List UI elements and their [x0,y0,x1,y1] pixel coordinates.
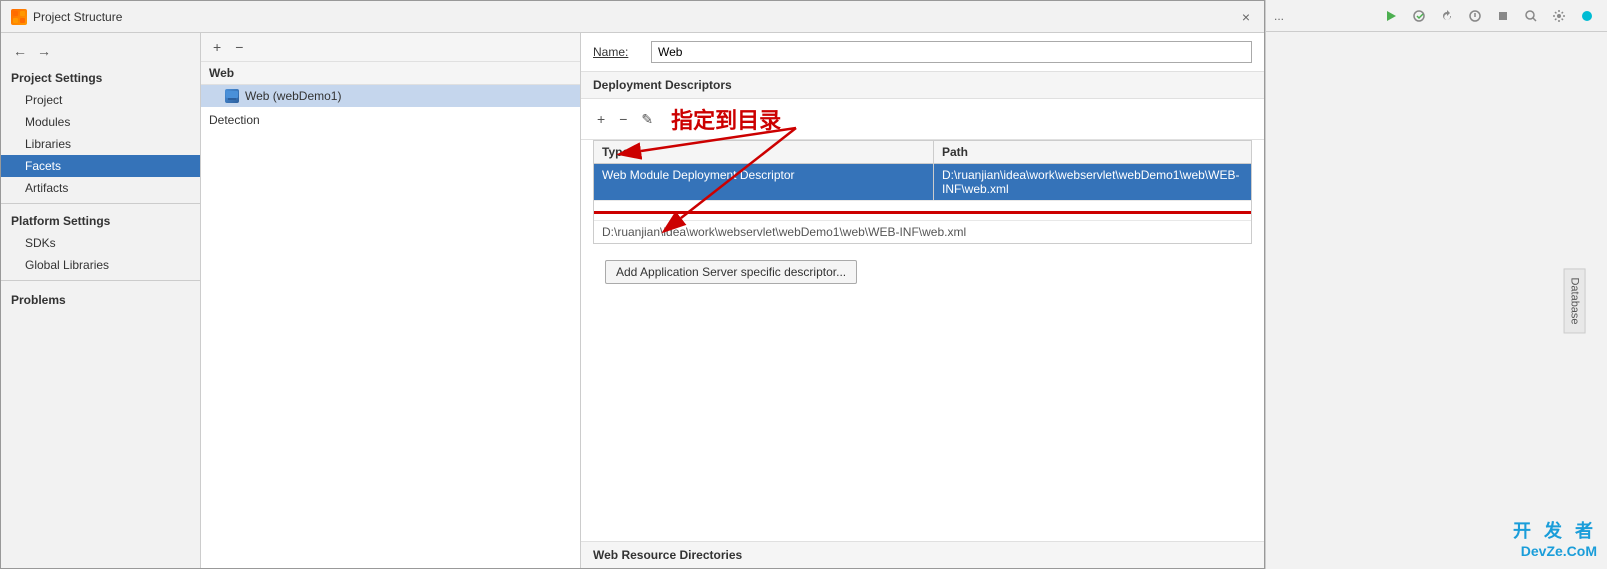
web-resource-header: Web Resource Directories [581,541,1264,568]
add-descriptor-area: Add Application Server specific descript… [581,252,1264,292]
tree-remove-button[interactable]: − [231,37,247,57]
path-column-header: Path [934,141,1251,163]
tree-item-label: Web (webDemo1) [245,89,341,103]
platform-settings-label: Platform Settings [1,208,200,232]
toolbar-annotation-text: 指定到目录 [671,103,781,135]
deployment-descriptors-header: Deployment Descriptors [581,72,1264,99]
search-button[interactable] [1519,4,1543,28]
watermark-line1: 开 发 者 [1513,517,1597,543]
right-panel: Name: Deployment Descriptors + − ✎ 指定到目录… [581,33,1264,568]
sidebar: ← → Project Settings Project Modules Lib… [1,33,201,568]
detection-label: Detection [201,107,580,133]
ide-toolbar-top: ... [1266,0,1607,32]
tree-group-web: Web [201,62,580,85]
database-tab[interactable]: Database [1563,268,1585,333]
forward-button[interactable]: → [33,41,55,61]
sidebar-item-artifacts[interactable]: Artifacts [1,177,200,199]
title-bar-left: Project Structure [11,9,122,25]
project-settings-label: Project Settings [1,65,200,89]
descriptor-table: Type Path Web Module Deployment Descript… [593,140,1252,244]
watermark: 开 发 者 DevZe.CoM [1513,517,1597,559]
content-area: ← → Project Settings Project Modules Lib… [1,33,1264,568]
table-header: Type Path [594,141,1251,164]
reload-button[interactable] [1435,4,1459,28]
app-icon [11,9,27,25]
title-bar: Project Structure × [1,1,1264,33]
sidebar-item-modules[interactable]: Modules [1,111,200,133]
type-column-header: Type [594,141,934,163]
table-row[interactable]: Web Module Deployment Descriptor D:\ruan… [594,164,1251,201]
name-field-row: Name: [581,33,1264,72]
project-structure-dialog: Project Structure × ← → Project Settings… [0,0,1265,569]
overflow-path-text: D:\ruanjian\idea\work\webservlet\webDemo… [594,221,1251,243]
debug-button[interactable] [1463,4,1487,28]
sidebar-separator2 [1,280,200,281]
sidebar-item-sdks[interactable]: SDKs [1,232,200,254]
deployment-toolbar: + − ✎ 指定到目录 [581,99,1264,140]
descriptor-remove-button[interactable]: − [615,109,631,129]
tree-panel: + − Web Web (webDemo1) Detection [201,33,581,568]
watermark-line2: DevZe.CoM [1513,543,1597,559]
name-input[interactable] [651,41,1252,63]
descriptor-add-button[interactable]: + [593,109,609,129]
run-button[interactable] [1379,4,1403,28]
back-button[interactable]: ← [9,41,31,61]
color-button[interactable] [1575,4,1599,28]
sidebar-item-global-libraries[interactable]: Global Libraries [1,254,200,276]
settings-button[interactable] [1547,4,1571,28]
type-cell: Web Module Deployment Descriptor [594,164,934,200]
tree-add-button[interactable]: + [209,37,225,57]
close-button[interactable]: × [1238,9,1254,25]
stop-button[interactable] [1491,4,1515,28]
ide-toolbar: ... Datab [1265,0,1607,569]
build-button[interactable] [1407,4,1431,28]
sidebar-separator [1,203,200,204]
name-label: Name: [593,45,643,59]
problems-label: Problems [1,285,200,311]
ide-main-area: Database 开 发 者 DevZe.CoM [1266,32,1607,569]
tree-content: Web Web (webDemo1) Detection [201,62,580,568]
sidebar-item-libraries[interactable]: Libraries [1,133,200,155]
nav-back-fwd: ← → [1,37,200,65]
add-descriptor-button[interactable]: Add Application Server specific descript… [605,260,857,284]
dialog-title: Project Structure [33,10,122,24]
descriptor-edit-button[interactable]: ✎ [637,109,657,130]
sidebar-item-project[interactable]: Project [1,89,200,111]
overflow-path [594,203,1251,207]
red-underline [594,211,1251,214]
sidebar-item-facets[interactable]: Facets [1,155,200,177]
tree-item-web-demo1[interactable]: Web (webDemo1) [201,85,580,107]
ide-toolbar-ellipsis: ... [1274,9,1375,23]
tree-toolbar: + − [201,33,580,62]
overflow-row [594,201,1251,221]
web-facet-icon [225,89,239,103]
path-cell: D:\ruanjian\idea\work\webservlet\webDemo… [934,164,1251,200]
